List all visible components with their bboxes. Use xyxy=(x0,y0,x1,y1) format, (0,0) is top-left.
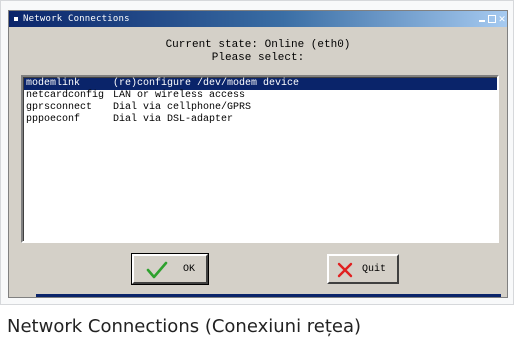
list-item[interactable]: netcardconfig LAN or wireless access xyxy=(24,90,497,102)
list-item[interactable]: modemlink (re)configure /dev/modem device xyxy=(24,78,497,90)
prompt-text: Current state: Online (eth0) Please sele… xyxy=(9,39,507,65)
quit-label: Quit xyxy=(362,264,387,275)
item-name: modemlink xyxy=(26,78,81,89)
connection-list-body: modemlink (re)configure /dev/modem device… xyxy=(23,77,497,241)
title-bar[interactable]: Network Connections ✕ xyxy=(9,11,507,27)
connection-list[interactable]: modemlink (re)configure /dev/modem device… xyxy=(21,75,499,243)
dialog-window: Network Connections ✕ Current state: Onl… xyxy=(8,10,508,298)
item-description: Dial via DSL-adapter xyxy=(113,114,234,125)
window-title: Network Connections xyxy=(23,14,130,24)
item-name: gprsconnect xyxy=(26,102,93,113)
current-state-line: Current state: Online (eth0) xyxy=(165,39,351,51)
bottom-border-bar xyxy=(36,294,501,297)
list-item[interactable]: pppoeconf Dial via DSL-adapter xyxy=(24,114,497,126)
item-name: pppoeconf xyxy=(26,114,81,125)
system-menu-icon[interactable] xyxy=(14,17,18,21)
quit-button[interactable]: Quit xyxy=(327,254,399,284)
figure-frame: Network Connections ✕ Current state: Onl… xyxy=(0,0,514,305)
x-icon xyxy=(337,262,353,278)
item-name: netcardconfig xyxy=(26,90,105,101)
ok-label: OK xyxy=(183,264,196,275)
check-icon xyxy=(146,261,168,279)
figure-caption: Network Connections (Conexiuni rețea) xyxy=(7,316,362,337)
item-description: (re)configure /dev/modem device xyxy=(113,78,300,89)
list-item[interactable]: gprsconnect Dial via cellphone/GPRS xyxy=(24,102,497,114)
please-select-line: Please select: xyxy=(211,52,305,64)
ok-button[interactable]: OK xyxy=(131,253,209,285)
close-icon[interactable]: ✕ xyxy=(496,12,508,25)
item-description: Dial via cellphone/GPRS xyxy=(113,102,252,113)
item-description: LAN or wireless access xyxy=(113,90,246,101)
